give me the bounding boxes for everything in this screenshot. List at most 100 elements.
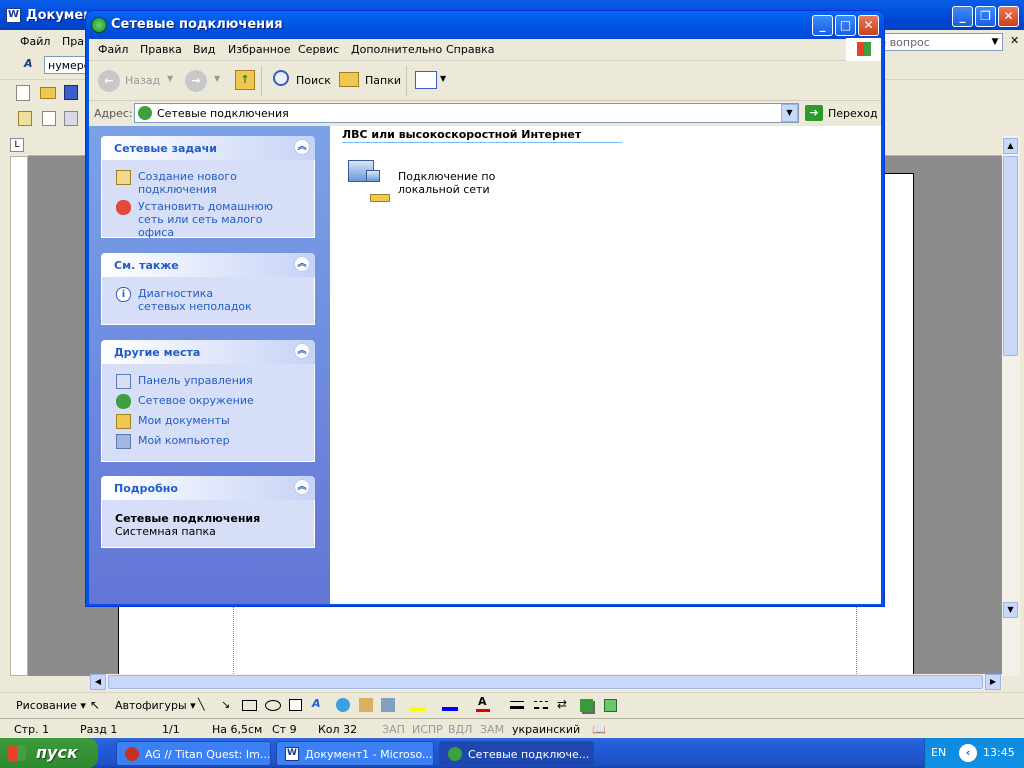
font-color-icon[interactable]: A [478, 695, 487, 708]
forward-dropdown-icon[interactable]: ▼ [214, 74, 220, 83]
shadow-style-icon[interactable] [580, 699, 593, 712]
line-style-icon[interactable] [510, 701, 524, 709]
select-objects-icon[interactable]: ↖ [90, 698, 100, 712]
menu-advanced[interactable]: Дополнительно [351, 43, 442, 56]
wordart-icon[interactable]: A [312, 697, 321, 710]
horizontal-scrollbar[interactable]: ◀ ▶ [90, 674, 1002, 690]
menu-file[interactable]: Файл [98, 43, 128, 56]
network-places-link[interactable]: Сетевое окружение [114, 394, 306, 409]
forward-arrow-icon[interactable]: → [185, 70, 207, 92]
status-ext[interactable]: ВДЛ [448, 723, 472, 736]
line-color-icon[interactable] [442, 707, 458, 711]
address-input[interactable]: Сетевые подключения ▼ [134, 103, 799, 123]
collapse-chevron-icon[interactable]: ︽ [294, 139, 310, 155]
autoshapes-button[interactable]: Автофигуры ▾ [115, 699, 196, 712]
my-computer-link[interactable]: Мой компьютер [114, 434, 306, 449]
home-network-link[interactable]: Установить домашнюю сеть или сеть малого… [114, 200, 299, 239]
explorer-maximize-button[interactable]: □ [835, 15, 856, 36]
lan-connection-item[interactable] [344, 156, 400, 206]
taskbar-item-word[interactable]: W Документ1 - Microso... [276, 741, 434, 766]
clipart-icon[interactable] [359, 698, 373, 712]
menu-view[interactable]: Вид [193, 43, 215, 56]
collapse-chevron-icon[interactable]: ︽ [294, 343, 310, 359]
panel-header[interactable]: Другие места ︽ [101, 340, 315, 364]
explorer-close-button[interactable]: ✕ [858, 15, 879, 36]
word-ask-question-input[interactable]: те вопрос [868, 33, 1003, 51]
go-button[interactable]: Переход [828, 107, 878, 120]
status-ovr[interactable]: ЗАМ [480, 723, 504, 736]
menu-help[interactable]: Справка [446, 43, 494, 56]
taskbar-item-network[interactable]: Сетевые подключе... [439, 741, 594, 766]
address-dropdown-icon[interactable]: ▼ [781, 104, 798, 122]
ask-dropdown-icon[interactable]: ▼ [988, 34, 1002, 50]
word-close-button[interactable]: ✕ [998, 6, 1019, 27]
scroll-left-icon[interactable]: ◀ [90, 674, 106, 690]
status-trk[interactable]: ИСПР [412, 723, 443, 736]
explorer-minimize-button[interactable]: _ [812, 15, 833, 36]
my-documents-link[interactable]: Мои документы [114, 414, 306, 429]
collapse-chevron-icon[interactable]: ︽ [294, 479, 310, 495]
diagnostics-link[interactable]: i Диагностика сетевых неполадок [114, 287, 254, 313]
arrow-tool-icon[interactable]: ↘ [221, 698, 230, 711]
menu-favorites[interactable]: Избранное [228, 43, 290, 56]
panel-header[interactable]: Сетевые задачи ︽ [101, 136, 315, 160]
back-arrow-icon[interactable]: ← [98, 70, 120, 92]
menu-edit[interactable]: Правка [140, 43, 182, 56]
scroll-right-icon[interactable]: ▶ [985, 674, 1001, 690]
picture-icon[interactable] [381, 698, 395, 712]
styles-icon[interactable]: A [24, 57, 33, 70]
folders-button-label[interactable]: Папки [365, 74, 401, 87]
status-rec[interactable]: ЗАП [382, 723, 405, 736]
scroll-thumb[interactable] [1003, 156, 1018, 356]
tab-selector-icon[interactable]: L [10, 138, 24, 152]
back-button-label[interactable]: Назад [125, 74, 160, 87]
panel-header[interactable]: См. также ︽ [101, 253, 315, 277]
my-documents-icon [116, 414, 131, 429]
arrow-style-icon[interactable]: ⇄ [557, 697, 567, 711]
vertical-scrollbar[interactable]: ▲ ▼ [1002, 136, 1020, 676]
new-doc-icon[interactable] [16, 85, 30, 101]
open-icon[interactable] [40, 87, 56, 99]
scroll-up-icon[interactable]: ▲ [1003, 138, 1018, 154]
create-connection-link[interactable]: Создание нового подключения [114, 170, 264, 196]
collapse-chevron-icon[interactable]: ︽ [294, 256, 310, 272]
tray-expand-icon[interactable]: ‹ [959, 744, 977, 762]
menu-tools[interactable]: Сервис [298, 43, 339, 56]
rectangle-tool-icon[interactable] [242, 700, 257, 711]
word-menu-file[interactable]: Файл [20, 35, 50, 48]
draw-menu-button[interactable]: Рисование ▾ [16, 699, 86, 712]
hscroll-thumb[interactable] [108, 675, 983, 689]
up-folder-icon[interactable]: ↑ [235, 70, 255, 90]
views-dropdown-icon[interactable]: ▼ [440, 74, 446, 83]
word-maximize-button[interactable]: ❐ [975, 6, 996, 27]
tool-icon-2[interactable] [42, 111, 56, 126]
panel-header[interactable]: Подробно ︽ [101, 476, 315, 500]
dash-style-icon[interactable] [534, 701, 548, 709]
spelling-icon[interactable]: 📖 [592, 723, 606, 736]
control-panel-link[interactable]: Панель управления [114, 374, 306, 389]
oval-tool-icon[interactable] [265, 700, 281, 711]
tool-icon-1[interactable] [18, 111, 32, 126]
tool-icon-3[interactable] [64, 111, 78, 126]
vertical-ruler[interactable] [10, 156, 28, 676]
save-icon[interactable] [64, 85, 78, 100]
textbox-tool-icon[interactable] [289, 699, 302, 711]
diagram-icon[interactable] [336, 698, 350, 712]
fill-color-icon[interactable] [410, 707, 426, 711]
line-tool-icon[interactable]: ╲ [198, 698, 205, 711]
scroll-down-icon[interactable]: ▼ [1003, 602, 1018, 618]
style-box[interactable]: нумеро [44, 56, 88, 74]
taskbar-item-titan-quest[interactable]: AG // Titan Quest: Im... [116, 741, 271, 766]
views-icon[interactable] [415, 71, 437, 89]
explorer-title-bar[interactable]: Сетевые подключения [86, 11, 884, 39]
language-indicator[interactable]: EN [931, 746, 946, 759]
go-arrow-icon[interactable]: ➔ [805, 105, 823, 121]
search-icon[interactable] [273, 70, 289, 86]
word-close-doc-icon[interactable]: ✕ [1010, 34, 1019, 47]
word-minimize-button[interactable]: _ [952, 6, 973, 27]
folders-icon[interactable] [339, 72, 359, 87]
back-dropdown-icon[interactable]: ▼ [167, 74, 173, 83]
search-button-label[interactable]: Поиск [296, 74, 331, 87]
lan-connection-label[interactable]: Подключение по локальной сети [398, 170, 558, 196]
3d-style-icon[interactable] [604, 699, 617, 712]
